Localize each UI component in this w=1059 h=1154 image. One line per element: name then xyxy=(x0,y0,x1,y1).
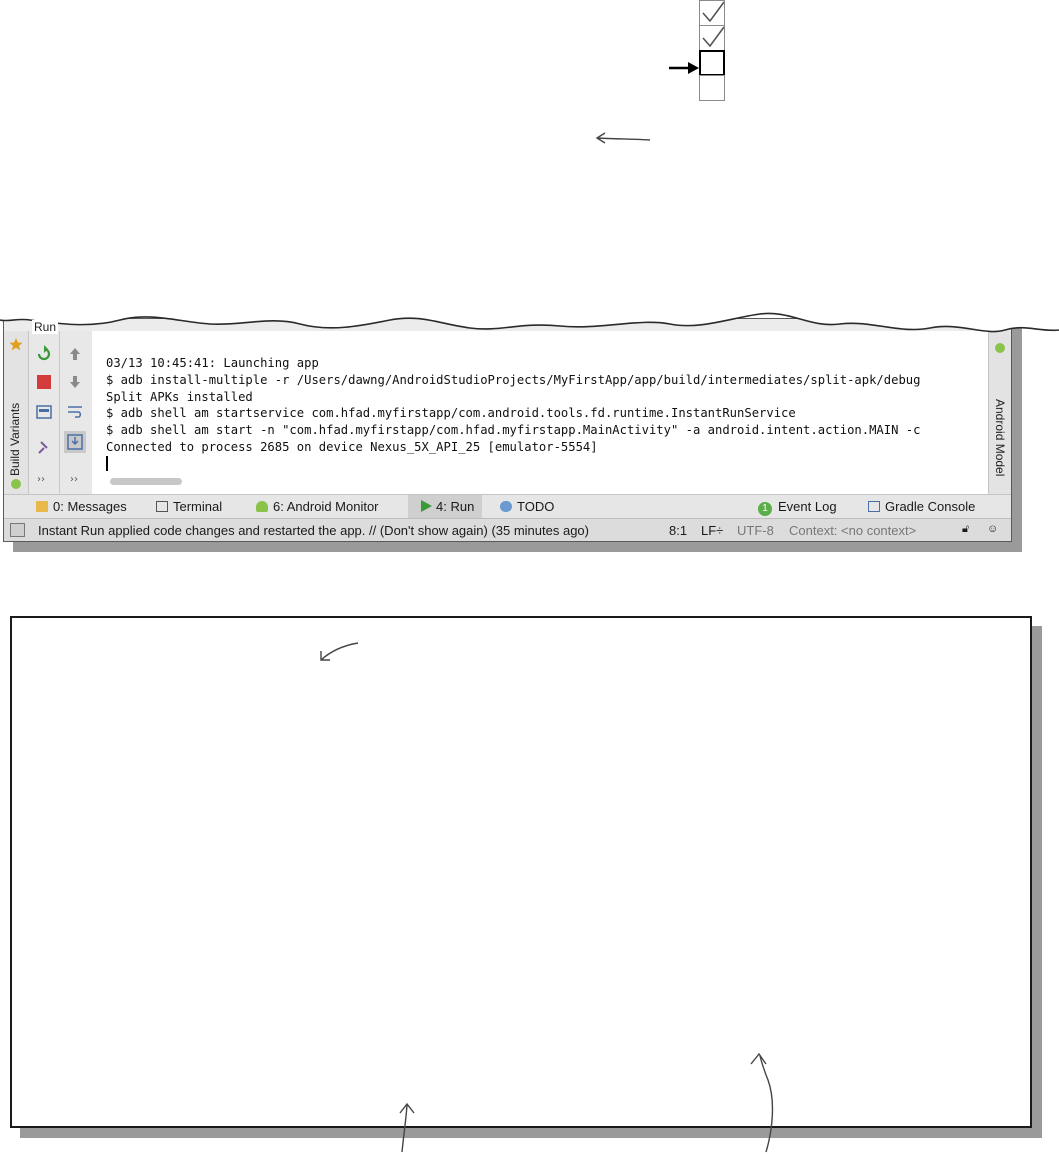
tab-label: 4: Run xyxy=(436,499,475,514)
scroll-toolbar: ›› xyxy=(60,331,93,494)
line-separator[interactable]: LF÷ xyxy=(701,523,723,538)
status-bar: Instant Run applied code changes and res… xyxy=(4,518,1011,541)
torn-paper-edge xyxy=(0,308,1059,333)
checklist-item-current xyxy=(699,50,725,76)
run-console[interactable]: 03/13 10:45:41: Launching app $ adb insta… xyxy=(92,331,988,494)
terminal-icon xyxy=(156,501,168,512)
arrow-down-icon[interactable] xyxy=(66,373,84,391)
annotation-arrow-icon xyxy=(750,1052,774,1153)
console-line: Connected to process 2685 on device Nexu… xyxy=(106,439,598,454)
scroll-to-end-icon[interactable] xyxy=(64,431,86,453)
tool-window-tabs: 0: Messages Terminal 6: Android Monitor … xyxy=(4,494,1011,519)
tab-android-monitor[interactable]: 6: Android Monitor xyxy=(256,495,379,519)
build-variants-tab[interactable]: Build Variants xyxy=(8,403,22,476)
tab-gradle-console[interactable]: Gradle Console xyxy=(868,495,975,519)
checklist-item-checked xyxy=(699,0,725,26)
left-tool-rail: Build Variants xyxy=(4,331,29,494)
tab-run[interactable]: 4: Run xyxy=(408,495,483,519)
tab-label: 0: Messages xyxy=(53,499,127,514)
soft-wrap-icon[interactable] xyxy=(66,403,84,421)
event-log-badge: 1 xyxy=(758,502,772,516)
layout-icon[interactable] xyxy=(35,403,53,421)
tab-label: Terminal xyxy=(173,499,223,514)
console-line: 03/13 10:45:41: Launching app xyxy=(106,356,319,370)
tab-label: TODO xyxy=(517,499,555,514)
console-line: Split APKs installed xyxy=(106,389,253,404)
run-window-title: Run xyxy=(32,320,59,334)
tab-terminal[interactable]: Terminal xyxy=(156,495,222,519)
todo-icon xyxy=(500,501,512,512)
run-icon xyxy=(421,500,432,512)
progress-checklist xyxy=(699,0,725,101)
tab-label: Gradle Console xyxy=(885,499,976,514)
checklist-item-empty xyxy=(699,75,725,101)
messages-icon xyxy=(36,501,48,512)
stop-icon[interactable] xyxy=(35,373,53,391)
hector-icon[interactable]: ☺︎ xyxy=(987,523,998,535)
toggle-tool-windows-icon[interactable] xyxy=(10,523,25,537)
checklist-item-checked xyxy=(699,25,725,51)
checkmark-icon xyxy=(702,26,724,48)
pin-icon[interactable] xyxy=(35,439,53,457)
gradle-console-icon xyxy=(868,501,880,512)
horizontal-scrollbar[interactable] xyxy=(110,478,182,485)
checkmark-icon xyxy=(702,1,724,23)
console-output: 03/13 10:45:41: Launching app $ adb insta… xyxy=(106,355,920,476)
console-line: $ adb install-multiple -r /Users/dawng/A… xyxy=(106,372,921,387)
context-indicator: Context: <no context> xyxy=(789,523,917,538)
android-icon xyxy=(11,479,21,489)
current-step-arrow-icon xyxy=(669,62,699,74)
more-actions-glyph[interactable]: ›› xyxy=(70,474,78,485)
annotation-arrow-icon xyxy=(399,1102,415,1153)
text-caret xyxy=(106,455,108,471)
annotation-arrow-icon xyxy=(595,132,651,144)
tab-event-log[interactable]: 1 Event Log xyxy=(758,495,837,519)
blank-canvas-panel xyxy=(10,616,1032,1128)
caret-position[interactable]: 8:1 xyxy=(669,523,687,538)
android-icon xyxy=(256,501,268,512)
status-message[interactable]: Instant Run applied code changes and res… xyxy=(38,523,589,538)
console-line: $ adb shell am start -n "com.hfad.myfirs… xyxy=(106,423,921,438)
tab-messages[interactable]: 0: Messages xyxy=(36,495,127,519)
more-tools-glyph[interactable]: ›› xyxy=(37,474,45,485)
console-line: $ adb shell am startservice com.hfad.myf… xyxy=(106,406,796,421)
lock-icon[interactable]: 🔓︎ xyxy=(962,523,969,536)
tab-todo[interactable]: TODO xyxy=(500,495,554,519)
right-tool-rail: Android Model xyxy=(988,331,1011,494)
run-toolbar: ›› xyxy=(29,331,60,494)
android-studio-run-window: Build Variants ›› ›› 03/13 10:45:41: Lau… xyxy=(3,318,1012,542)
tab-label: 6: Android Monitor xyxy=(273,499,379,514)
tab-label: Event Log xyxy=(778,499,837,514)
file-encoding: UTF-8 xyxy=(737,523,774,538)
annotation-arrow-icon xyxy=(320,642,359,661)
android-model-tab[interactable]: Android Model xyxy=(993,399,1007,476)
